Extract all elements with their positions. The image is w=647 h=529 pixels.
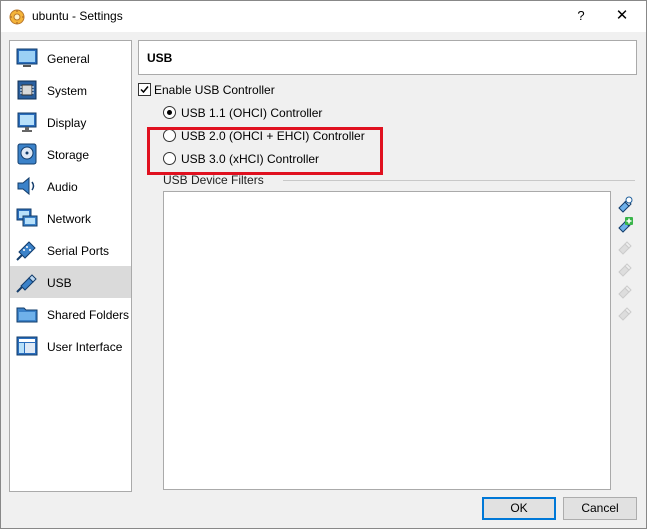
usb-1-1-label[interactable]: USB 1.1 (OHCI) Controller <box>181 106 322 120</box>
edit-filter-icon <box>618 241 632 255</box>
sidebar-item-label: Storage <box>47 148 90 162</box>
page-title: USB <box>147 51 173 65</box>
checkmark-icon <box>140 86 149 94</box>
sidebar-item-label: User Interface <box>47 340 123 354</box>
serial-ports-icon <box>16 241 36 261</box>
title-bar[interactable]: ubuntu - Settings ? ✕ <box>1 1 646 32</box>
page-header: USB <box>138 40 637 75</box>
sidebar-item-label: Network <box>47 212 92 226</box>
network-icon <box>16 208 38 227</box>
sidebar-item-usb[interactable]: USB <box>10 266 131 298</box>
enable-usb-checkbox[interactable] <box>138 83 151 96</box>
add-filter-from-device-icon[interactable] <box>616 216 634 234</box>
sidebar-item-display[interactable]: Display <box>10 106 131 138</box>
section-divider <box>283 180 635 181</box>
sidebar-item-audio[interactable]: Audio <box>10 170 131 202</box>
display-icon <box>17 112 37 132</box>
enable-usb-label[interactable]: Enable USB Controller <box>154 83 275 97</box>
add-empty-filter-icon[interactable] <box>616 196 634 214</box>
sidebar-item-label: Shared Folders <box>47 308 130 322</box>
cancel-button[interactable]: Cancel <box>563 497 637 520</box>
sidebar-item-user-interface[interactable]: User Interface <box>10 330 131 362</box>
sidebar-item-serial-ports[interactable]: Serial Ports <box>10 234 131 266</box>
usb-filter-list[interactable] <box>163 191 611 490</box>
sidebar-item-system[interactable]: System <box>10 74 131 106</box>
sidebar-item-label: General <box>47 52 90 66</box>
sidebar-item-label: Audio <box>47 180 78 194</box>
sidebar-item-shared-folders[interactable]: Shared Folders <box>10 298 131 330</box>
general-icon <box>16 48 38 67</box>
sidebar-item-label: Serial Ports <box>47 244 110 258</box>
system-icon <box>17 80 37 100</box>
move-filter-down-icon <box>618 307 632 321</box>
help-button[interactable]: ? <box>566 5 596 27</box>
sidebar-item-general[interactable]: General <box>10 42 131 74</box>
window-title: ubuntu - Settings <box>32 9 123 23</box>
usb-device-filters-label: USB Device Filters <box>163 173 264 187</box>
audio-icon <box>17 176 35 196</box>
settings-sidebar: General System Display Storage Audio Net… <box>9 40 132 492</box>
move-filter-up-icon <box>618 285 632 299</box>
sidebar-item-label: USB <box>47 276 72 290</box>
sidebar-item-label: System <box>47 84 88 98</box>
virtualbox-icon <box>9 9 25 25</box>
usb-1-1-radio[interactable] <box>163 106 176 119</box>
sidebar-item-network[interactable]: Network <box>10 202 131 234</box>
remove-filter-icon <box>618 263 632 277</box>
usb-icon <box>16 274 37 293</box>
highlight-annotation <box>147 127 383 175</box>
sidebar-item-storage[interactable]: Storage <box>10 138 131 170</box>
close-button[interactable]: ✕ <box>607 5 637 27</box>
sidebar-item-label: Display <box>47 116 87 130</box>
user-interface-icon <box>16 336 38 356</box>
ok-button[interactable]: OK <box>482 497 556 520</box>
shared-folders-icon <box>16 307 38 323</box>
storage-icon <box>17 143 37 165</box>
